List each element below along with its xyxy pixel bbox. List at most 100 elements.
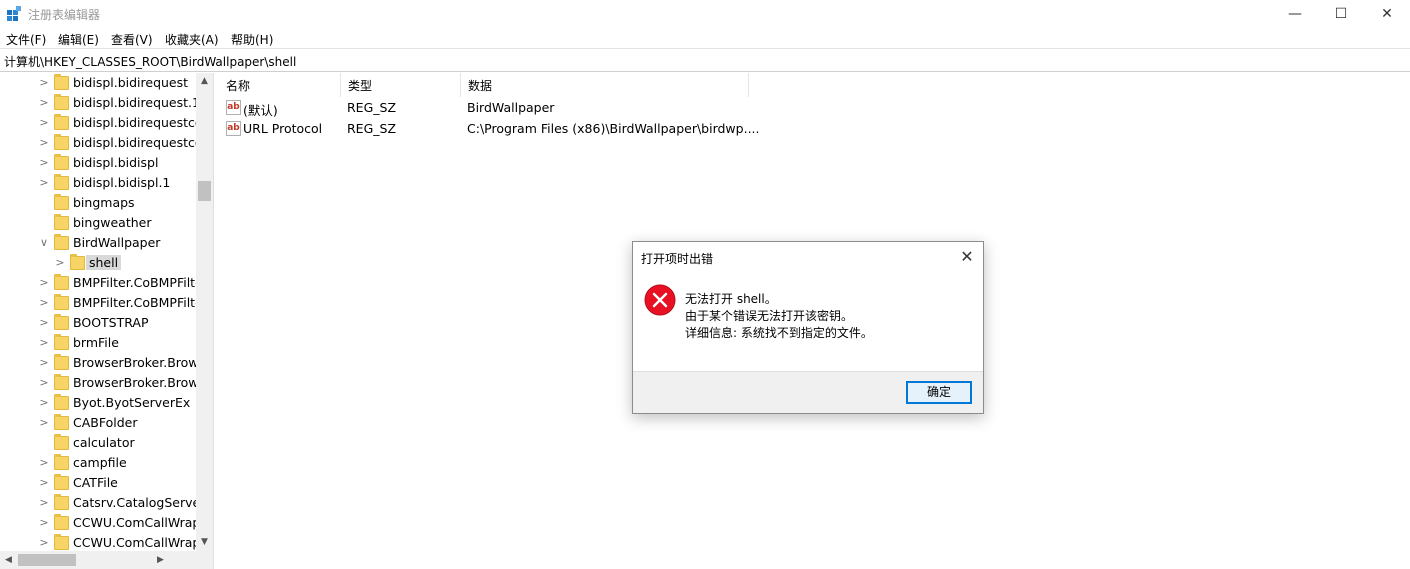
- maximize-button[interactable]: ☐: [1318, 0, 1364, 28]
- tree-item-label: Byot.ByotServerEx: [73, 395, 191, 410]
- chevron-right-icon[interactable]: >: [38, 495, 50, 511]
- tree-item[interactable]: > bidispl.bidispl.1: [0, 173, 196, 193]
- chevron-right-icon[interactable]: >: [38, 295, 50, 311]
- dialog-close-button[interactable]: ✕: [955, 247, 979, 267]
- menu-favorites[interactable]: 收藏夹(A): [165, 31, 219, 48]
- tree-item-label: BrowserBroker.Brows: [73, 375, 196, 390]
- chevron-right-icon: [38, 435, 50, 451]
- folder-icon: [54, 374, 69, 390]
- chevron-right-icon[interactable]: >: [38, 115, 50, 131]
- tree-item-label: CCWU.ComCallWrapp: [73, 535, 196, 550]
- chevron-right-icon[interactable]: >: [38, 375, 50, 391]
- tree-item[interactable]: > bidispl.bidirequest.1: [0, 93, 196, 113]
- tree-hscroll-thumb[interactable]: [18, 554, 76, 566]
- chevron-right-icon[interactable]: >: [38, 175, 50, 191]
- folder-icon: [54, 74, 69, 90]
- tree-item[interactable]: > campfile: [0, 453, 196, 473]
- tree-item-label: BrowserBroker.Brows: [73, 355, 196, 370]
- tree-vertical-scrollbar[interactable]: ▲ ▼: [196, 73, 213, 551]
- folder-icon: [54, 94, 69, 110]
- folder-icon: [54, 334, 69, 350]
- menu-view[interactable]: 查看(V): [111, 31, 153, 48]
- tree-item-label: bidispl.bidirequestco: [73, 135, 196, 150]
- tree-item[interactable]: > CATFile: [0, 473, 196, 493]
- chevron-right-icon[interactable]: >: [38, 95, 50, 111]
- tree-item[interactable]: > bidispl.bidirequestco: [0, 133, 196, 153]
- tree-item-label: BMPFilter.CoBMPFilte: [73, 295, 196, 310]
- tree-item[interactable]: > brmFile: [0, 333, 196, 353]
- ok-button[interactable]: 确定: [906, 381, 972, 404]
- tree-item[interactable]: > BMPFilter.CoBMPFilte: [0, 273, 196, 293]
- string-value-icon: ab: [226, 121, 241, 136]
- tree-item[interactable]: > Byot.ByotServerEx: [0, 393, 196, 413]
- tree-item-label: BOOTSTRAP: [73, 315, 149, 330]
- folder-icon: [54, 114, 69, 130]
- folder-icon: [54, 214, 69, 230]
- scroll-down-icon[interactable]: ▼: [196, 534, 213, 551]
- address-path[interactable]: 计算机\HKEY_CLASSES_ROOT\BirdWallpaper\shel…: [4, 53, 296, 70]
- tree-item[interactable]: > BrowserBroker.Brows: [0, 373, 196, 393]
- tree-item[interactable]: > CCWU.ComCallWrapp: [0, 533, 196, 553]
- tree-item[interactable]: > BOOTSTRAP: [0, 313, 196, 333]
- tree-item[interactable]: > shell: [0, 253, 196, 273]
- value-type: REG_SZ: [347, 100, 397, 115]
- chevron-right-icon[interactable]: >: [38, 535, 50, 551]
- chevron-right-icon[interactable]: >: [38, 515, 50, 531]
- scroll-up-icon[interactable]: ▲: [196, 73, 213, 90]
- tree-item[interactable]: > bidispl.bidirequest: [0, 73, 196, 93]
- list-row[interactable]: ab (默认) REG_SZ BirdWallpaper: [219, 97, 819, 118]
- tree-item[interactable]: > BMPFilter.CoBMPFilte: [0, 293, 196, 313]
- tree-item[interactable]: > Catsrv.CatalogServer: [0, 493, 196, 513]
- folder-icon: [54, 174, 69, 190]
- tree-item[interactable]: bingmaps: [0, 193, 196, 213]
- tree-item-label: bidispl.bidispl: [73, 155, 159, 170]
- chevron-right-icon[interactable]: >: [38, 315, 50, 331]
- chevron-right-icon[interactable]: >: [38, 455, 50, 471]
- tree-scroll-thumb[interactable]: [198, 181, 211, 201]
- folder-icon: [70, 254, 85, 270]
- folder-icon: [54, 454, 69, 470]
- tree-item-label: bingweather: [73, 215, 152, 230]
- tree-item[interactable]: calculator: [0, 433, 196, 453]
- dialog-message-line: 由于某个错误无法打开该密钥。: [685, 309, 854, 323]
- tree-item[interactable]: > bidispl.bidispl: [0, 153, 196, 173]
- folder-icon: [54, 134, 69, 150]
- chevron-right-icon[interactable]: >: [38, 135, 50, 151]
- tree-item-label: bidispl.bidirequest.1: [73, 95, 196, 110]
- tree-item[interactable]: ∨ BirdWallpaper: [0, 233, 196, 253]
- minimize-button[interactable]: —: [1272, 0, 1318, 28]
- column-name[interactable]: 名称: [219, 73, 341, 97]
- address-bar[interactable]: 计算机\HKEY_CLASSES_ROOT\BirdWallpaper\shel…: [0, 48, 1410, 72]
- column-type[interactable]: 类型: [341, 73, 461, 97]
- chevron-right-icon[interactable]: >: [38, 275, 50, 291]
- tree-horizontal-scrollbar[interactable]: ◀ ▶: [0, 551, 213, 569]
- tree-item[interactable]: > CABFolder: [0, 413, 196, 433]
- tree-item-label: calculator: [73, 435, 135, 450]
- menu-help[interactable]: 帮助(H): [231, 31, 273, 48]
- folder-icon: [54, 294, 69, 310]
- tree-item[interactable]: > CCWU.ComCallWrapp: [0, 513, 196, 533]
- chevron-right-icon[interactable]: >: [38, 155, 50, 171]
- menu-edit[interactable]: 编辑(E): [58, 31, 99, 48]
- error-icon: [644, 284, 676, 316]
- tree-item[interactable]: bingweather: [0, 213, 196, 233]
- close-button[interactable]: ✕: [1364, 0, 1410, 28]
- list-row[interactable]: ab URL Protocol REG_SZ C:\Program Files …: [219, 118, 819, 139]
- tree-item-label: campfile: [73, 455, 127, 470]
- column-data[interactable]: 数据: [461, 73, 749, 97]
- tree-item[interactable]: > BrowserBroker.Brows: [0, 353, 196, 373]
- tree-item[interactable]: > bidispl.bidirequestco: [0, 113, 196, 133]
- scroll-left-icon[interactable]: ◀: [0, 552, 17, 569]
- menu-file[interactable]: 文件(F): [6, 31, 46, 48]
- chevron-right-icon[interactable]: >: [38, 395, 50, 411]
- chevron-down-icon[interactable]: ∨: [38, 235, 50, 251]
- chevron-right-icon[interactable]: >: [38, 355, 50, 371]
- tree-item-label: bingmaps: [73, 195, 135, 210]
- folder-icon: [54, 474, 69, 490]
- chevron-right-icon[interactable]: >: [38, 335, 50, 351]
- chevron-right-icon[interactable]: >: [54, 255, 66, 271]
- chevron-right-icon[interactable]: >: [38, 415, 50, 431]
- chevron-right-icon[interactable]: >: [38, 475, 50, 491]
- scroll-right-icon[interactable]: ▶: [152, 552, 169, 569]
- chevron-right-icon[interactable]: >: [38, 75, 50, 91]
